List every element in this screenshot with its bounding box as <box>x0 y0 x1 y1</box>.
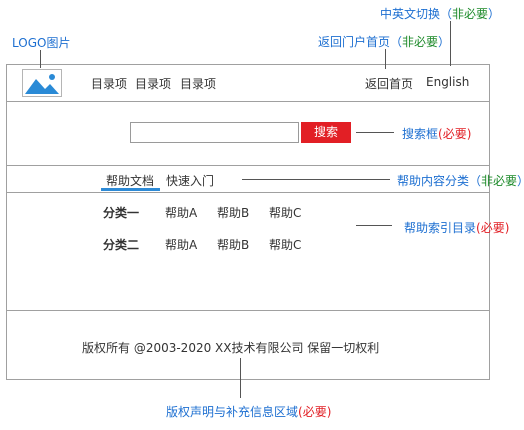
help-link[interactable]: 帮助C <box>269 204 301 221</box>
annotation-help-index: 帮助索引目录(必要) <box>404 221 510 235</box>
help-link[interactable]: 帮助B <box>217 204 249 221</box>
leader-line-lang <box>450 21 451 66</box>
copyright-text: 版权所有 @2003-2020 XX技术有限公司 保留一切权利 <box>82 341 380 355</box>
logo-image-icon[interactable] <box>22 69 62 97</box>
search-input[interactable] <box>130 122 299 143</box>
nav-item-3[interactable]: 目录项 <box>180 75 216 92</box>
tab-quick-start[interactable]: 快速入门 <box>166 172 214 189</box>
annotation-help-tabs: 帮助内容分类（非必要） <box>397 174 524 188</box>
help-link[interactable]: 帮助B <box>217 236 249 253</box>
tabs-divider <box>6 192 490 193</box>
annotation-search: 搜索框(必要) <box>402 127 472 141</box>
help-link[interactable]: 帮助A <box>165 236 197 253</box>
leader-line-search <box>356 132 394 133</box>
language-switch-link[interactable]: English <box>426 75 469 89</box>
help-link[interactable]: 帮助A <box>165 204 197 221</box>
nav-item-2[interactable]: 目录项 <box>135 75 171 92</box>
image-placeholder-icon <box>23 70 61 96</box>
annotation-logo: LOGO图片 <box>12 36 71 50</box>
search-divider <box>6 165 490 166</box>
category-1-label: 分类一 <box>103 206 140 220</box>
nav-item-1[interactable]: 目录项 <box>91 75 127 92</box>
annotation-footer: 版权声明与补充信息区域(必要) <box>166 405 332 419</box>
leader-line-logo <box>40 50 41 68</box>
search-button[interactable]: 搜索 <box>301 122 351 143</box>
active-tab-indicator <box>101 188 160 191</box>
home-link[interactable]: 返回首页 <box>365 75 413 92</box>
leader-line-home <box>385 49 386 69</box>
tab-help-docs[interactable]: 帮助文档 <box>106 172 154 189</box>
annotation-home: 返回门户首页（非必要） <box>318 35 451 49</box>
category-2-label: 分类二 <box>103 238 140 252</box>
header-divider <box>6 101 490 102</box>
annotation-lang-switch: 中英文切换（非必要） <box>380 7 501 21</box>
leader-line-tabs <box>242 179 390 180</box>
footer-divider <box>6 310 490 311</box>
leader-line-index <box>356 225 392 226</box>
help-link[interactable]: 帮助C <box>269 236 301 253</box>
leader-line-footer <box>240 358 241 398</box>
